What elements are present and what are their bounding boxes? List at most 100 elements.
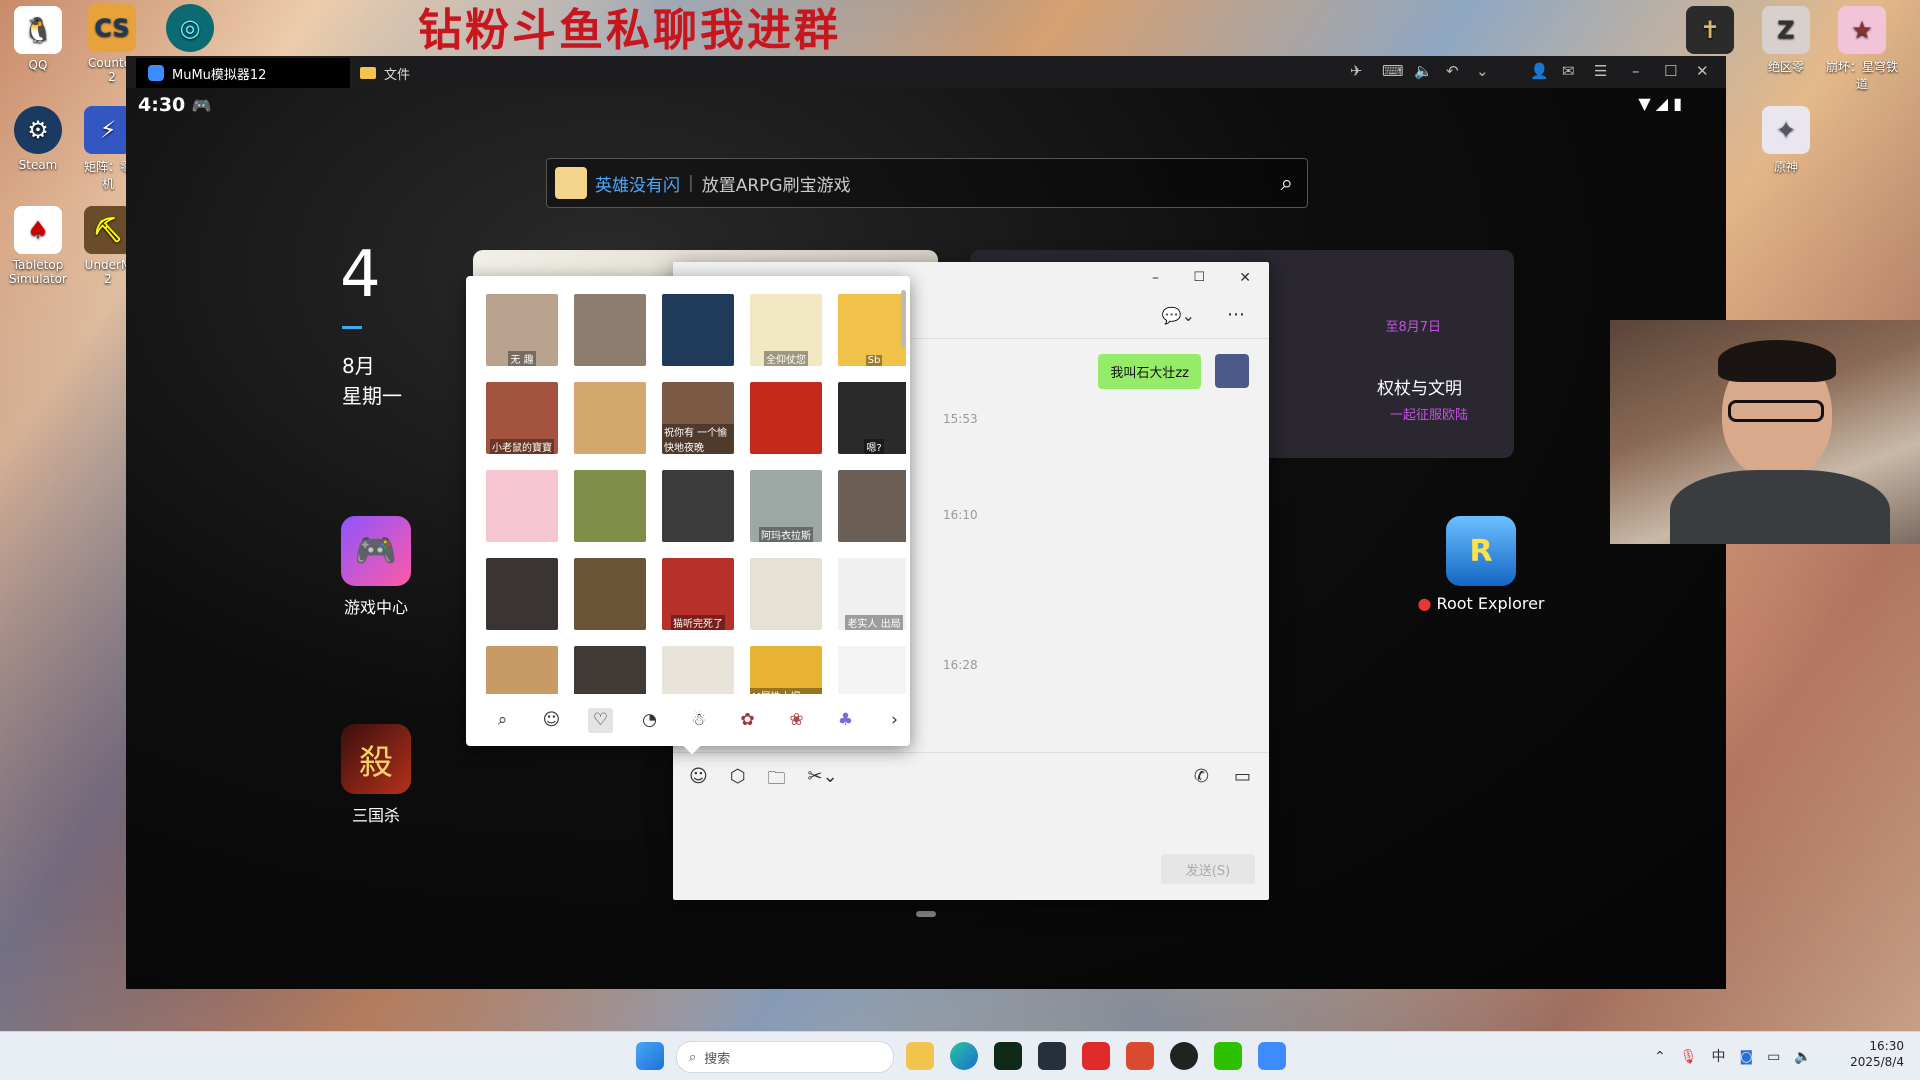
mumu-taskbar-icon[interactable]: [1258, 1042, 1286, 1070]
chevron-right-icon[interactable]: ›: [882, 708, 907, 733]
maximize-icon[interactable]: ☐: [1193, 270, 1205, 285]
file-explorer-icon[interactable]: [906, 1042, 934, 1070]
close-icon[interactable]: ✕: [1696, 62, 1709, 80]
volume-icon[interactable]: 🔈: [1414, 62, 1433, 80]
sticker-item[interactable]: Sb: [838, 294, 906, 366]
sticker-item[interactable]: [662, 294, 734, 366]
emoji-icon[interactable]: ☺: [689, 766, 708, 796]
sticker-item[interactable]: [574, 646, 646, 694]
sticker-item[interactable]: [574, 470, 646, 542]
heart-icon[interactable]: ♡: [588, 707, 613, 733]
folder-icon[interactable]: 🗀: [767, 766, 785, 796]
search-icon[interactable]: ⌕: [490, 708, 515, 733]
sticker-item[interactable]: M属性大爆发！: [750, 646, 822, 694]
app-root-explorer[interactable]: R ● Root Explorer: [1416, 516, 1546, 613]
emoji-panel[interactable]: 无 趣 全仰仗您 Sb 小老鼠的寶寶 祝你有 一个愉快地夜晚 嗯? 阿玛衣拉斯 猫听完死了老实…: [466, 276, 910, 755]
mumu-logo-icon: [148, 65, 164, 81]
sticker-box-icon[interactable]: ⬡: [730, 766, 746, 796]
sticker-item[interactable]: [838, 646, 906, 694]
sticker-item[interactable]: 全仰仗您: [750, 294, 822, 366]
date-weekday: 星期一: [342, 384, 402, 408]
game-app-icon[interactable]: [994, 1042, 1022, 1070]
desktop-icon-game-cross[interactable]: ✝: [1674, 6, 1746, 58]
user-icon[interactable]: 👤: [1530, 62, 1549, 80]
minimize-icon[interactable]: –: [1152, 270, 1159, 286]
speaker-icon[interactable]: 🔈: [1794, 1049, 1825, 1065]
sticker-item[interactable]: [574, 294, 646, 366]
message-bubble[interactable]: 我叫石大壮zz: [1098, 354, 1201, 389]
sticker-item[interactable]: 无 趣: [486, 294, 558, 366]
obs-icon[interactable]: [1170, 1042, 1198, 1070]
home-indicator[interactable]: [916, 911, 936, 917]
controller-status-icon: 🎮: [191, 96, 212, 115]
desktop-icon-qq[interactable]: 🐧 QQ: [2, 6, 74, 72]
keyboard-icon[interactable]: ⌨: [1382, 62, 1404, 80]
chevron-up-icon[interactable]: ⌃: [1654, 1049, 1680, 1065]
sticker-item[interactable]: [662, 470, 734, 542]
wechat-icon[interactable]: [1214, 1042, 1242, 1070]
close-icon[interactable]: ✕: [1239, 270, 1251, 286]
tab-mumu[interactable]: MuMu模拟器12: [136, 58, 350, 88]
sticker-item[interactable]: 小老鼠的寶寶: [486, 382, 558, 454]
sticker-item[interactable]: 祝你有 一个愉快地夜晚: [662, 382, 734, 454]
sticker-caption: 老实人 出局: [845, 615, 903, 630]
sticker-item[interactable]: [838, 470, 906, 542]
gamepad-tool-icon[interactable]: ✈: [1350, 62, 1363, 80]
sticker-pack-4-icon[interactable]: ❀: [784, 708, 809, 733]
desktop-icon-steam[interactable]: ⚙ Steam: [2, 106, 74, 172]
desktop-icon-tabletop[interactable]: ♠ Tabletop Simulator: [2, 206, 74, 286]
sticker-item[interactable]: 阿玛衣拉斯: [750, 470, 822, 542]
message-input[interactable]: [689, 802, 1253, 852]
input-method-icon[interactable]: 中: [1712, 1049, 1740, 1065]
desktop-icon-genshin[interactable]: ✦ 原神: [1750, 106, 1822, 175]
scrollbar[interactable]: [901, 290, 906, 348]
sticker-pack-1-icon[interactable]: ◔: [637, 708, 662, 733]
sticker-item[interactable]: [750, 558, 822, 630]
taskbar-clock[interactable]: 16:30 2025/8/4: [1850, 1038, 1904, 1070]
phone-icon[interactable]: ✆: [1194, 766, 1209, 787]
avatar[interactable]: [1215, 354, 1249, 388]
more-icon[interactable]: ⋯: [1227, 304, 1245, 325]
video-icon[interactable]: ▭: [1234, 766, 1251, 787]
sticker-item[interactable]: [486, 470, 558, 542]
chat-bubble-icon[interactable]: 💬⌄: [1162, 306, 1195, 325]
network-icon[interactable]: ▭: [1767, 1049, 1794, 1065]
sticker-pack-3-icon[interactable]: ✿: [735, 708, 760, 733]
sticker-item[interactable]: [750, 382, 822, 454]
sticker-item[interactable]: 老实人: [486, 646, 558, 694]
edge-icon[interactable]: [950, 1042, 978, 1070]
sticker-item[interactable]: 猫听完死了: [662, 558, 734, 630]
sticker-item[interactable]: 老实人 出局: [838, 558, 906, 630]
scissors-icon[interactable]: ✂⌄: [807, 766, 837, 796]
sticker-pack-2-icon[interactable]: ☃: [686, 708, 711, 733]
app-game-center[interactable]: 🎮 游戏中心: [326, 516, 426, 618]
app-search-bar[interactable]: 英雄没有闪 | 放置ARPG刷宝游戏 ⌕: [546, 158, 1308, 208]
send-button[interactable]: 发送(S): [1161, 854, 1255, 884]
taskbar-search[interactable]: ⌕ 搜索: [676, 1041, 894, 1073]
search-icon[interactable]: ⌕: [1281, 171, 1293, 196]
tab-files[interactable]: 文件: [348, 58, 422, 88]
app-tray-icon[interactable]: ◙: [1740, 1049, 1768, 1065]
sticker-item[interactable]: [486, 558, 558, 630]
chevron-down-icon[interactable]: ⌄: [1476, 62, 1489, 80]
menu-icon[interactable]: ☰: [1594, 62, 1607, 80]
minimize-icon[interactable]: –: [1632, 62, 1640, 80]
terminal-icon[interactable]: [1038, 1042, 1066, 1070]
sticker-item[interactable]: 嗯?: [838, 382, 906, 454]
sticker-pack-5-icon[interactable]: ♣: [833, 708, 858, 733]
desktop-icon-power[interactable]: ◎: [154, 4, 226, 56]
mic-icon[interactable]: 🎙: [1680, 1049, 1712, 1065]
sticker-item[interactable]: [574, 558, 646, 630]
desktop-icon-star-rail[interactable]: ★ 崩坏：星穹铁 道: [1826, 6, 1898, 92]
mail-icon[interactable]: ✉: [1562, 62, 1575, 80]
smiley-icon[interactable]: ☺: [539, 708, 564, 733]
app-sanguosha[interactable]: 殺 三国杀: [326, 724, 426, 826]
windows-start-icon[interactable]: [636, 1042, 664, 1070]
desktop-icon-zzz[interactable]: Z 绝区零: [1750, 6, 1822, 75]
sticker-item[interactable]: [662, 646, 734, 694]
sticker-item[interactable]: [574, 382, 646, 454]
bird-app-icon[interactable]: [1126, 1042, 1154, 1070]
rotate-icon[interactable]: ↶: [1446, 62, 1459, 80]
netease-music-icon[interactable]: [1082, 1042, 1110, 1070]
maximize-icon[interactable]: ☐: [1664, 62, 1677, 80]
